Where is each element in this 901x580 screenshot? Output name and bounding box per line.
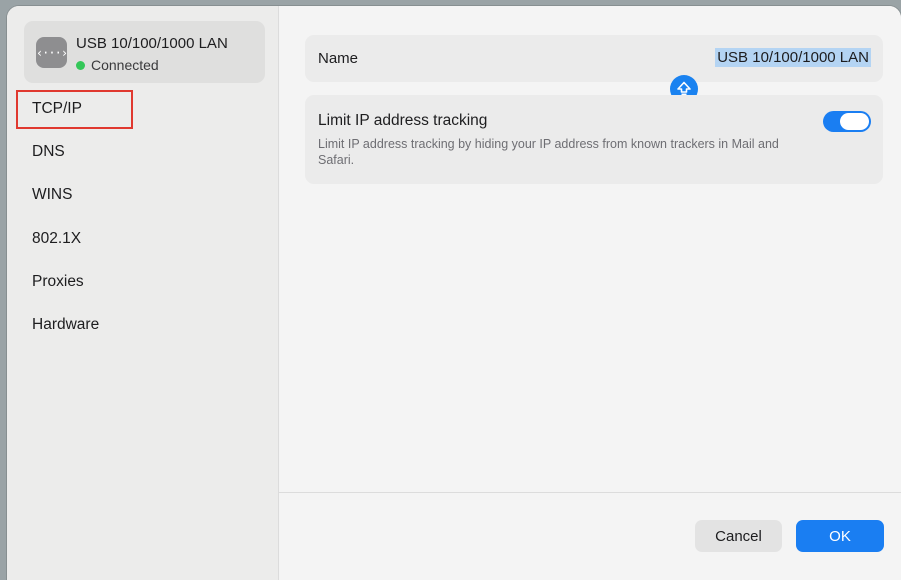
sidebar-item-dns[interactable]: DNS <box>32 141 65 163</box>
interface-status-label: Connected <box>91 57 159 73</box>
sidebar-item-hardware[interactable]: Hardware <box>32 314 99 336</box>
footer-divider <box>279 492 901 493</box>
name-row: Name USB 10/100/1000 LAN <box>305 35 883 82</box>
limit-ip-tracking-title: Limit IP address tracking <box>318 112 488 129</box>
network-settings-sheet: ‹···› USB 10/100/1000 LAN Connected TCP/… <box>7 6 901 580</box>
interface-name: USB 10/100/1000 LAN <box>76 35 228 52</box>
name-field[interactable]: USB 10/100/1000 LAN <box>715 48 871 67</box>
limit-ip-tracking-toggle[interactable] <box>823 111 871 132</box>
interface-status: Connected <box>76 57 159 73</box>
sidebar: ‹···› USB 10/100/1000 LAN Connected TCP/… <box>7 6 279 580</box>
main-panel: Name USB 10/100/1000 LAN Limit IP addres… <box>279 6 901 580</box>
interface-card[interactable]: ‹···› USB 10/100/1000 LAN Connected <box>24 21 265 83</box>
sidebar-item-tcpip[interactable]: TCP/IP <box>32 98 82 120</box>
name-label: Name <box>318 50 359 67</box>
network-interface-icon: ‹···› <box>36 37 68 68</box>
status-dot-icon <box>76 60 85 70</box>
limit-ip-tracking-description: Limit IP address tracking by hiding your… <box>318 137 779 167</box>
toggle-knob <box>840 113 869 130</box>
limit-ip-tracking-row: Limit IP address tracking Limit IP addre… <box>305 95 883 184</box>
sidebar-item-8021x[interactable]: 802.1X <box>32 228 81 250</box>
cancel-button[interactable]: Cancel <box>695 520 782 552</box>
sidebar-item-wins[interactable]: WINS <box>32 184 72 206</box>
sidebar-item-proxies[interactable]: Proxies <box>32 271 84 293</box>
ok-button[interactable]: OK <box>796 520 884 552</box>
